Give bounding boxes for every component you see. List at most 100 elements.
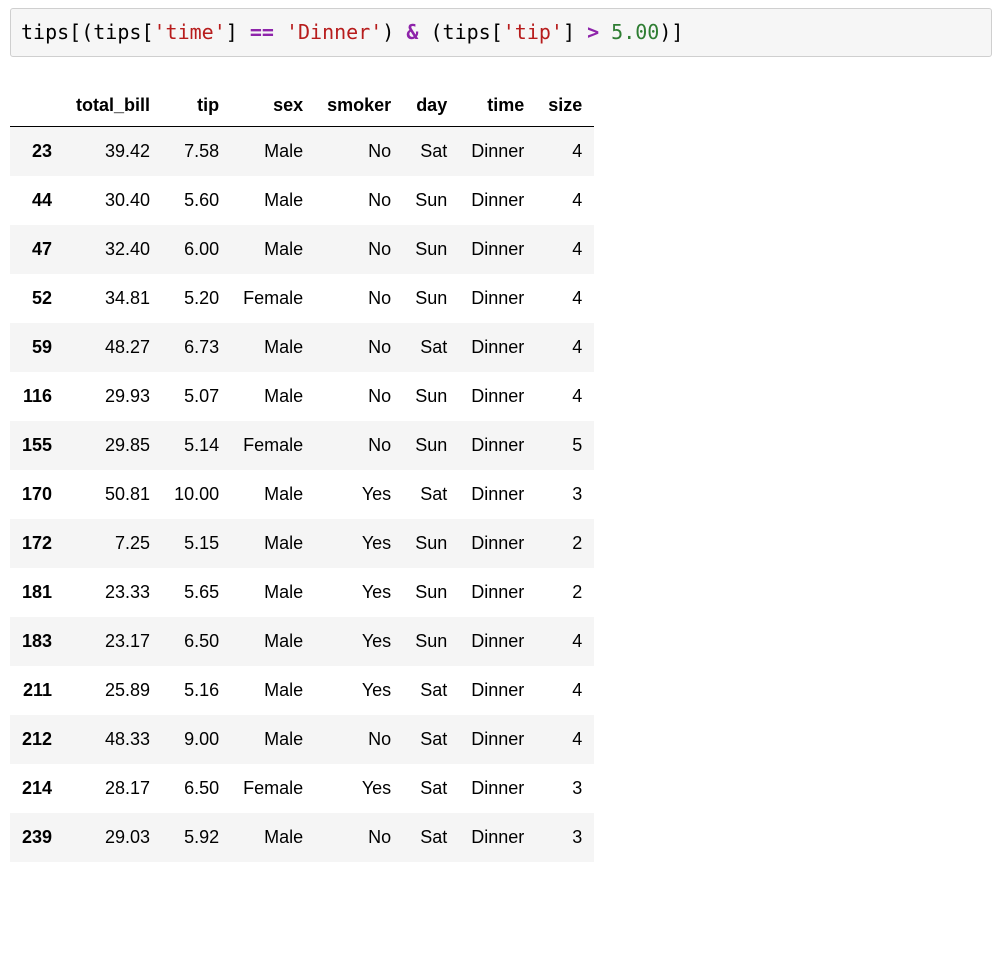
table-row: 21125.895.16MaleYesSatDinner4: [10, 666, 594, 715]
cell-tip: 5.16: [162, 666, 231, 715]
cell-day: Sun: [403, 421, 459, 470]
table-head: total_bill tip sex smoker day time size: [10, 85, 594, 127]
cell-time: Dinner: [459, 323, 536, 372]
code-token-number: 5.00: [611, 20, 659, 44]
cell-sex: Male: [231, 176, 315, 225]
cell-smoker: No: [315, 127, 403, 177]
cell-size: 4: [536, 666, 594, 715]
cell-day: Sat: [403, 764, 459, 813]
cell-day: Sun: [403, 617, 459, 666]
cell-total_bill: 23.33: [64, 568, 162, 617]
cell-tip: 6.00: [162, 225, 231, 274]
cell-sex: Male: [231, 470, 315, 519]
cell-tip: 5.60: [162, 176, 231, 225]
code-token: [: [141, 20, 153, 44]
cell-size: 4: [536, 274, 594, 323]
code-token: [274, 20, 286, 44]
cell-size: 3: [536, 813, 594, 862]
cell-tip: 6.50: [162, 617, 231, 666]
row-index: 59: [10, 323, 64, 372]
cell-tip: 5.07: [162, 372, 231, 421]
cell-day: Sun: [403, 519, 459, 568]
cell-sex: Male: [231, 715, 315, 764]
cell-time: Dinner: [459, 470, 536, 519]
cell-total_bill: 29.93: [64, 372, 162, 421]
table-row: 17050.8110.00MaleYesSatDinner3: [10, 470, 594, 519]
cell-time: Dinner: [459, 813, 536, 862]
cell-day: Sat: [403, 715, 459, 764]
code-token-string: 'tip': [503, 20, 563, 44]
code-token: [: [491, 20, 503, 44]
dataframe-table: total_bill tip sex smoker day time size …: [10, 85, 594, 862]
cell-day: Sat: [403, 666, 459, 715]
cell-size: 4: [536, 323, 594, 372]
cell-sex: Female: [231, 421, 315, 470]
output-area: total_bill tip sex smoker day time size …: [10, 85, 992, 862]
column-header: time: [459, 85, 536, 127]
cell-total_bill: 48.33: [64, 715, 162, 764]
cell-day: Sun: [403, 568, 459, 617]
code-token: [238, 20, 250, 44]
code-token: tips: [93, 20, 141, 44]
cell-size: 2: [536, 519, 594, 568]
row-index: 47: [10, 225, 64, 274]
table-row: 5948.276.73MaleNoSatDinner4: [10, 323, 594, 372]
cell-time: Dinner: [459, 666, 536, 715]
cell-time: Dinner: [459, 519, 536, 568]
row-index: 155: [10, 421, 64, 470]
column-header: tip: [162, 85, 231, 127]
code-token: [575, 20, 587, 44]
cell-day: Sun: [403, 274, 459, 323]
cell-size: 4: [536, 176, 594, 225]
table-row: 4430.405.60MaleNoSunDinner4: [10, 176, 594, 225]
cell-tip: 5.65: [162, 568, 231, 617]
code-token: [(: [69, 20, 93, 44]
cell-tip: 5.20: [162, 274, 231, 323]
cell-sex: Female: [231, 764, 315, 813]
code-token: (: [418, 20, 442, 44]
code-input-cell[interactable]: tips[(tips['time'] == 'Dinner') & (tips[…: [10, 8, 992, 57]
cell-sex: Male: [231, 519, 315, 568]
cell-day: Sat: [403, 323, 459, 372]
cell-time: Dinner: [459, 225, 536, 274]
cell-time: Dinner: [459, 176, 536, 225]
cell-tip: 9.00: [162, 715, 231, 764]
code-token-operator: >: [587, 20, 599, 44]
table-row: 1727.255.15MaleYesSunDinner2: [10, 519, 594, 568]
cell-size: 4: [536, 715, 594, 764]
cell-total_bill: 7.25: [64, 519, 162, 568]
cell-smoker: No: [315, 225, 403, 274]
cell-sex: Male: [231, 127, 315, 177]
column-header: sex: [231, 85, 315, 127]
table-row: 23929.035.92MaleNoSatDinner3: [10, 813, 594, 862]
cell-tip: 5.15: [162, 519, 231, 568]
cell-time: Dinner: [459, 764, 536, 813]
row-index: 239: [10, 813, 64, 862]
cell-smoker: No: [315, 421, 403, 470]
cell-day: Sun: [403, 372, 459, 421]
table-body: 2339.427.58MaleNoSatDinner44430.405.60Ma…: [10, 127, 594, 863]
cell-total_bill: 29.03: [64, 813, 162, 862]
cell-time: Dinner: [459, 715, 536, 764]
cell-size: 3: [536, 764, 594, 813]
cell-total_bill: 23.17: [64, 617, 162, 666]
notebook-area: tips[(tips['time'] == 'Dinner') & (tips[…: [0, 0, 1002, 880]
cell-sex: Male: [231, 813, 315, 862]
table-row: 5234.815.20FemaleNoSunDinner4: [10, 274, 594, 323]
cell-time: Dinner: [459, 372, 536, 421]
cell-day: Sat: [403, 813, 459, 862]
cell-day: Sat: [403, 470, 459, 519]
row-index: 52: [10, 274, 64, 323]
row-index: 44: [10, 176, 64, 225]
cell-total_bill: 50.81: [64, 470, 162, 519]
row-index: 170: [10, 470, 64, 519]
cell-smoker: Yes: [315, 519, 403, 568]
cell-size: 4: [536, 225, 594, 274]
cell-time: Dinner: [459, 568, 536, 617]
row-index: 211: [10, 666, 64, 715]
cell-time: Dinner: [459, 421, 536, 470]
table-row: 18323.176.50MaleYesSunDinner4: [10, 617, 594, 666]
table-row: 2339.427.58MaleNoSatDinner4: [10, 127, 594, 177]
cell-day: Sat: [403, 127, 459, 177]
cell-size: 2: [536, 568, 594, 617]
